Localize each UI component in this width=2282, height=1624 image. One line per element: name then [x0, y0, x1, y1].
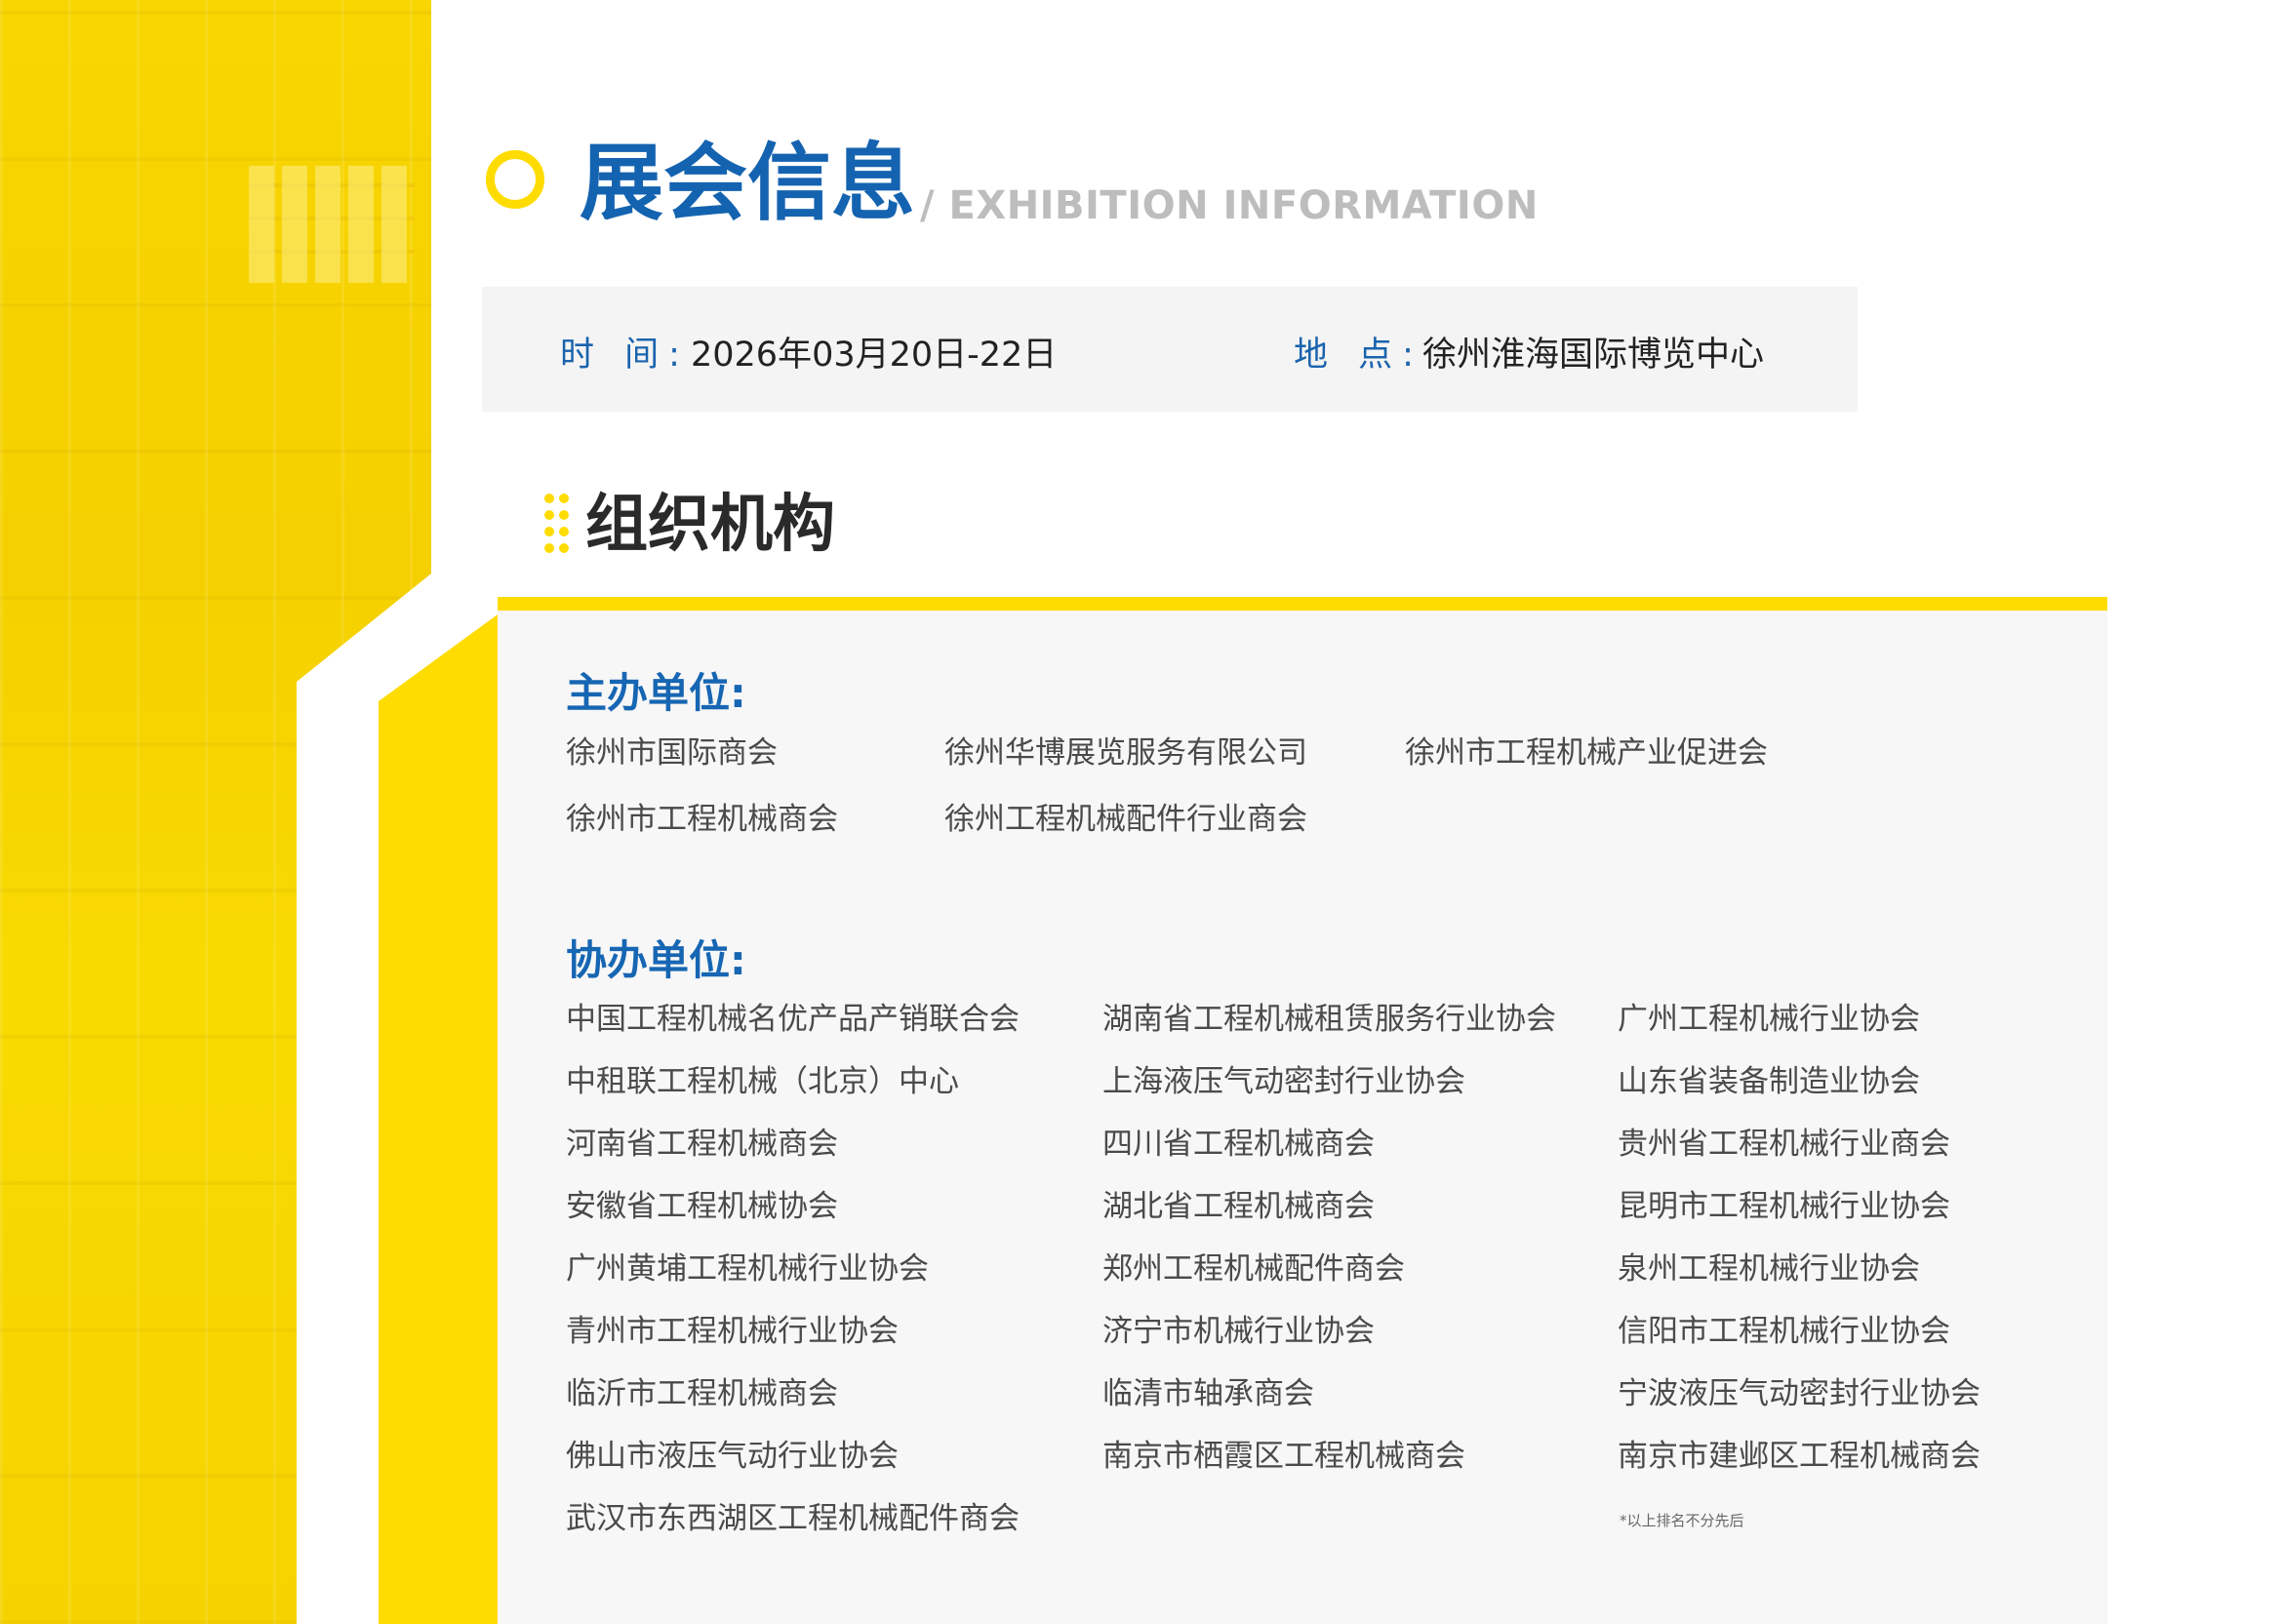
co-organizer-item: 中国工程机械名优产品产销联合会 — [566, 1002, 1020, 1037]
co-organizer-item: 临沂市工程机械商会 — [566, 1376, 838, 1411]
place-value: 徐州淮海国际博览中心 — [1422, 336, 1765, 375]
co-organizer-item: 信阳市工程机械行业协会 — [1618, 1314, 1950, 1349]
page-subtitle: / EXHIBITION INFORMATION — [920, 183, 1539, 228]
co-organizer-item: 河南省工程机械商会 — [566, 1127, 838, 1162]
co-organizers-heading: 协办单位: — [566, 936, 746, 984]
co-organizer-item: 佛山市液压气动行业协会 — [566, 1439, 899, 1474]
co-organizer-item: 南京市建邺区工程机械商会 — [1618, 1439, 1981, 1474]
decorative-yellow-strip — [379, 614, 498, 1624]
co-organizer-item: 湖北省工程机械商会 — [1102, 1189, 1375, 1224]
dots-icon — [544, 494, 572, 554]
decorative-window-pattern — [249, 166, 415, 283]
co-organizer-item: 广州黄埔工程机械行业协会 — [566, 1251, 929, 1287]
circle-icon — [486, 150, 544, 209]
place-label: 地 点: — [1294, 336, 1423, 375]
co-organizer-item: 青州市工程机械行业协会 — [566, 1314, 899, 1349]
co-organizer-item: 上海液压气动密封行业协会 — [1102, 1064, 1465, 1099]
host-item: 徐州工程机械配件行业商会 — [944, 802, 1307, 837]
co-organizer-item: 昆明市工程机械行业协会 — [1618, 1189, 1950, 1224]
co-organizer-item: 安徽省工程机械协会 — [566, 1189, 838, 1224]
organization-panel-top-bar — [498, 597, 2107, 611]
hosts-heading: 主办单位: — [566, 669, 746, 717]
co-organizer-item: 湖南省工程机械租赁服务行业协会 — [1102, 1002, 1556, 1037]
host-item: 徐州市工程机械商会 — [566, 802, 838, 837]
page-title: 展会信息 — [580, 135, 915, 232]
co-organizer-item: 宁波液压气动密封行业协会 — [1618, 1376, 1981, 1411]
co-organizer-item: 济宁市机械行业协会 — [1102, 1314, 1375, 1349]
time-value: 2026年03月20日-22日 — [691, 336, 1058, 375]
co-organizer-item: 武汉市东西湖区工程机械配件商会 — [566, 1501, 1020, 1536]
co-organizer-item: 山东省装备制造业协会 — [1618, 1064, 1920, 1099]
time-label: 时 间: — [560, 336, 690, 375]
co-organizer-item: 郑州工程机械配件商会 — [1102, 1251, 1405, 1287]
co-organizer-item: 临清市轴承商会 — [1102, 1376, 1314, 1411]
co-organizer-item: 贵州省工程机械行业商会 — [1618, 1127, 1950, 1162]
co-organizer-item: 四川省工程机械商会 — [1102, 1127, 1375, 1162]
co-organizer-item: 中租联工程机械（北京）中心 — [566, 1064, 959, 1099]
co-organizer-item: 广州工程机械行业协会 — [1618, 1002, 1920, 1037]
co-organizer-item: 南京市栖霞区工程机械商会 — [1102, 1439, 1465, 1474]
co-organizer-item: 泉州工程机械行业协会 — [1618, 1251, 1920, 1287]
organization-title: 组织机构 — [585, 489, 835, 561]
host-item: 徐州市国际商会 — [566, 735, 778, 771]
ranking-note: *以上排名不分先后 — [1620, 1512, 1744, 1529]
host-item: 徐州市工程机械产业促进会 — [1405, 735, 1768, 771]
host-item: 徐州华博展览服务有限公司 — [944, 735, 1307, 771]
